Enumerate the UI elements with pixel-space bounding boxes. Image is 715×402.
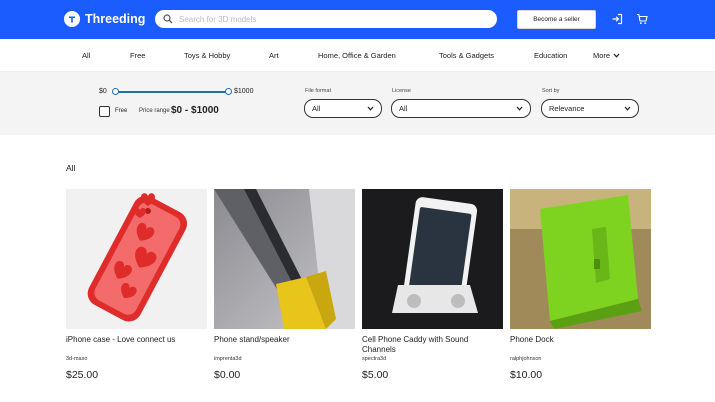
login-icon[interactable] [611,13,623,25]
top-bar: Threeding Become a seller [0,0,715,39]
section-title: All [66,163,76,173]
category-art[interactable]: Art [269,51,279,60]
product-card[interactable]: Phone stand/speaker imprenta3d $0.00 [214,189,355,381]
category-tools-gadgets[interactable]: Tools & Gadgets [439,51,494,60]
price-min-label: $0 [99,88,107,95]
price-slider-track[interactable] [116,91,228,93]
chevron-down-icon [613,53,620,58]
category-toys-hobby[interactable]: Toys & Hobby [184,51,230,60]
price-slider-min-handle[interactable] [112,88,119,95]
product-author[interactable]: spectra3d [362,356,386,362]
price-range-label: Price range : [139,108,174,114]
license-value: All [399,104,408,113]
logo[interactable]: Threeding [64,10,145,28]
filter-bar: $0 $1000 Free Price range : $0 - $1000 F… [0,72,715,135]
license-label: License [392,88,411,94]
search-bar[interactable] [155,10,497,28]
product-price: $25.00 [66,369,99,381]
more-menu[interactable]: More [593,51,620,60]
chevron-down-icon [624,106,631,111]
sort-by-select[interactable]: Relevance [541,99,639,118]
product-image[interactable] [214,189,355,329]
sort-by-value: Relevance [549,104,585,113]
cart-icon[interactable] [636,13,648,25]
product-title[interactable]: Cell Phone Caddy with Sound Channels [362,335,503,354]
product-price: $5.00 [362,369,389,381]
brand-name: Threeding [85,12,146,26]
category-home-office-garden[interactable]: Home, Office & Garden [318,51,396,60]
become-seller-button[interactable]: Become a seller [517,10,596,29]
logo-icon [64,11,80,27]
search-icon [163,14,173,24]
file-format-value: All [312,104,321,113]
chevron-down-icon [516,106,523,111]
product-card[interactable]: Cell Phone Caddy with Sound Channels spe… [362,189,503,381]
category-free[interactable]: Free [130,51,145,60]
file-format-select[interactable]: All [304,99,382,118]
search-input[interactable] [179,14,479,24]
category-nav: All Free Toys & Hobby Art Home, Office &… [0,39,715,72]
category-education[interactable]: Education [534,51,567,60]
product-author[interactable]: imprenta3d [214,356,242,362]
product-image[interactable] [362,189,503,329]
product-card[interactable]: iPhone case - Love connect us 3d-maxo $2… [66,189,207,381]
product-card[interactable]: Phone Dock ralphjohnson $10.00 [510,189,651,381]
product-price: $10.00 [510,369,543,381]
more-label: More [593,51,611,60]
price-slider-max-handle[interactable] [225,88,232,95]
product-title[interactable]: Phone stand/speaker [214,335,355,345]
price-range-value: $0 - $1000 [171,105,219,116]
product-author[interactable]: 3d-maxo [66,356,87,362]
product-title[interactable]: iPhone case - Love connect us [66,335,207,345]
file-format-label: File format [305,88,331,94]
category-all[interactable]: All [82,51,90,60]
product-title[interactable]: Phone Dock [510,335,651,345]
product-image[interactable] [66,189,207,329]
product-image[interactable] [510,189,651,329]
free-label: Free [115,108,128,114]
price-max-label: $1000 [234,88,254,95]
chevron-down-icon [367,106,374,111]
product-author[interactable]: ralphjohnson [510,356,542,362]
free-checkbox[interactable] [99,106,110,117]
product-price: $0.00 [214,369,241,381]
sort-by-label: Sort by [542,88,560,94]
license-select[interactable]: All [391,99,531,118]
